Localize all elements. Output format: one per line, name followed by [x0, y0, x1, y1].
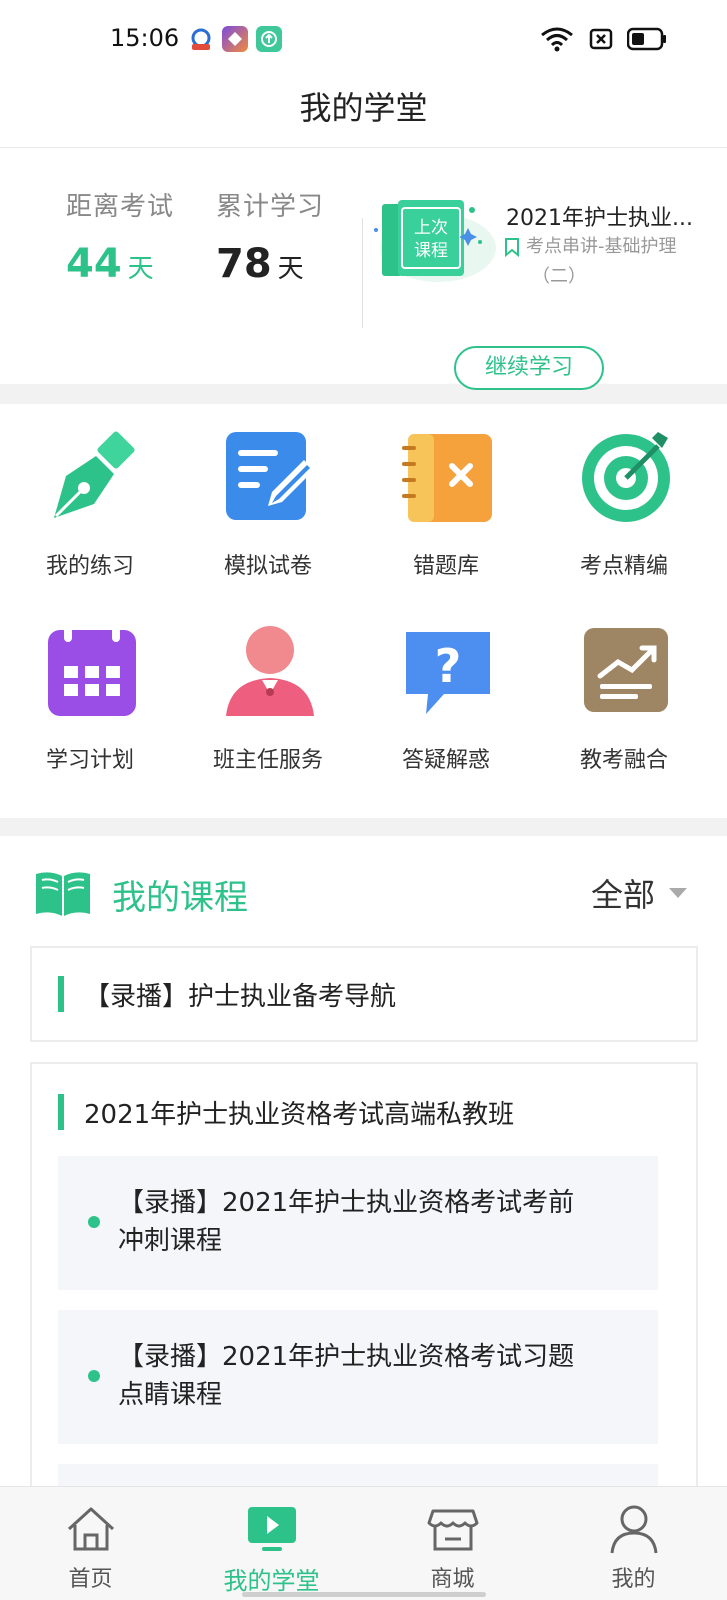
total-study-value: 78: [216, 241, 272, 287]
last-course-subtitle-line1: 考点串讲-基础护理: [526, 236, 677, 257]
my-courses-title: 我的课程: [112, 878, 248, 918]
sub-course-title: 【录播】2021年护士执业资格考试考前 冲刺课程: [118, 1184, 638, 1260]
total-study-unit: 天: [277, 254, 304, 284]
title-bar: 我的学堂: [0, 80, 727, 148]
app-notification-icon: [222, 26, 248, 52]
tool-study-plan[interactable]: 学习计划: [0, 598, 180, 788]
person-icon: [610, 1505, 658, 1554]
course-card: 2021年护士执业资格考试高端私教班 【录播】2021年护士执业资格考试考前 冲…: [30, 1062, 698, 1504]
bookmark-icon: [505, 238, 519, 257]
course-card[interactable]: 【录播】护士执业备考导航: [30, 946, 698, 1042]
tool-my-practice[interactable]: 我的练习: [0, 404, 180, 594]
exam-countdown-label: 距离考试: [66, 192, 175, 222]
tool-label: 学习计划: [45, 748, 134, 773]
target-icon: [582, 432, 670, 522]
tab-label: 我的学堂: [223, 1567, 320, 1595]
pen-nib-icon: [54, 431, 135, 518]
app-notification-icon: [256, 26, 282, 52]
wifi-icon: [541, 27, 573, 52]
course-filter-label: 全部: [590, 876, 655, 914]
tab-me[interactable]: 我的: [543, 1487, 724, 1600]
home-icon: [67, 1507, 115, 1551]
home-indicator[interactable]: [242, 1592, 486, 1597]
course-accent-bar: [58, 976, 64, 1012]
sub-course-item[interactable]: 【录播】2021年护士执业资格考试习题 点睛课程: [58, 1310, 658, 1444]
tool-label: 教考融合: [579, 748, 668, 773]
last-course-subtitle-line2: （二）: [532, 266, 586, 287]
stats-divider: [362, 218, 363, 328]
tool-label: 我的练习: [45, 554, 134, 579]
badge-line1: 上次: [414, 218, 448, 238]
tool-label: 错题库: [412, 554, 479, 579]
sub-course-title-line1: 【录播】2021年护士执业资格考试习题: [118, 1342, 575, 1372]
tool-label: 模拟试卷: [223, 554, 312, 579]
status-bar: 15:06: [0, 0, 727, 80]
exam-countdown-value-row: 44 天: [66, 241, 174, 287]
last-course-card[interactable]: 上次 课程 2021年护士执业... 考点串讲-基础护理 （二） 继续学习: [368, 190, 718, 390]
sub-course-title: 【录播】2021年护士执业资格考试习题 点睛课程: [118, 1338, 638, 1414]
total-study-value-row: 78 天: [216, 241, 324, 287]
sub-course-title-line2: 冲刺课程: [118, 1226, 223, 1256]
course-filter-dropdown[interactable]: 全部: [591, 870, 687, 916]
tab-label: 我的: [611, 1567, 656, 1592]
tab-my-study[interactable]: 我的学堂: [181, 1487, 362, 1600]
tool-mock-exam[interactable]: 模拟试卷: [178, 404, 358, 594]
study-stats-panel: 距离考试 44 天 累计学习 78 天 上次 课程 2021年护士执业... 考点串…: [0, 148, 727, 390]
tool-teach-exam[interactable]: 教考融合: [534, 598, 714, 788]
exam-countdown-value: 44: [66, 241, 122, 287]
total-study-label: 累计学习: [216, 192, 325, 222]
tool-key-points[interactable]: 考点精编: [534, 404, 714, 594]
course-title: 【录播】护士执业备考导航: [84, 982, 397, 1012]
course-accent-bar: [58, 1094, 64, 1130]
battery-icon: [627, 27, 666, 51]
app-notification-icon: [188, 26, 214, 52]
tab-home[interactable]: 首页: [0, 1487, 181, 1600]
last-course-title: 2021年护士执业...: [506, 206, 693, 231]
teacher-icon: [226, 626, 314, 716]
sub-course-title-line2: 点睛课程: [118, 1380, 223, 1410]
tool-label: 考点精编: [579, 554, 668, 579]
store-icon: [427, 1509, 479, 1551]
tool-wrong-answers[interactable]: 错题库: [356, 404, 536, 594]
badge-line2: 课程: [414, 241, 448, 261]
page-title: 我的学堂: [299, 89, 428, 127]
system-icons: [539, 26, 667, 52]
bullet-dot: [88, 1216, 100, 1228]
tools-grid: 我的练习 模拟试卷 错题库 考点精编 学习计划 班主任服务 ? 答疑解惑 教考融…: [0, 404, 727, 818]
svg-text:?: ?: [435, 639, 462, 693]
tab-label: 商城: [430, 1567, 475, 1592]
my-courses-section: 我的课程 全部 【录播】护士执业备考导航 2021年护士执业资格考试高端私教班 …: [0, 836, 727, 1504]
sub-course-title-line1: 【录播】2021年护士执业资格考试考前: [118, 1188, 575, 1218]
trend-chart-icon: [584, 628, 668, 712]
sim-off-icon: [589, 28, 613, 50]
calendar-icon: [48, 624, 136, 716]
chevron-down-icon: [669, 888, 687, 898]
bottom-tab-bar: 首页 我的学堂 商城 我的: [0, 1486, 727, 1600]
tab-store[interactable]: 商城: [362, 1487, 543, 1600]
course-title: 2021年护士执业资格考试高端私教班: [84, 1100, 515, 1130]
tab-label: 首页: [68, 1567, 113, 1592]
tool-qa[interactable]: ? 答疑解惑: [356, 598, 536, 788]
last-course-subtitle: 考点串讲-基础护理 （二）: [504, 232, 716, 292]
my-courses-header: 我的课程 全部: [0, 836, 727, 926]
status-time: 15:06: [110, 24, 180, 52]
tool-head-teacher[interactable]: 班主任服务: [178, 598, 358, 788]
bullet-dot: [88, 1370, 100, 1382]
error-notebook-icon: [402, 434, 492, 522]
continue-learning-button[interactable]: 继续学习: [454, 346, 604, 390]
tool-label: 答疑解惑: [401, 748, 490, 773]
tool-label: 班主任服务: [212, 748, 323, 773]
last-course-book-icon: 上次 课程: [374, 200, 496, 282]
sub-course-item[interactable]: 【录播】2021年护士执业资格考试考前 冲刺课程: [58, 1156, 658, 1290]
exam-countdown-unit: 天: [127, 254, 154, 284]
play-icon: [248, 1507, 296, 1551]
exam-countdown: 距离考试 44 天: [66, 186, 174, 287]
total-study: 累计学习 78 天: [216, 186, 324, 287]
open-book-icon: [36, 872, 90, 916]
document-edit-icon: [226, 432, 314, 520]
question-bubble-icon: ?: [406, 632, 490, 714]
